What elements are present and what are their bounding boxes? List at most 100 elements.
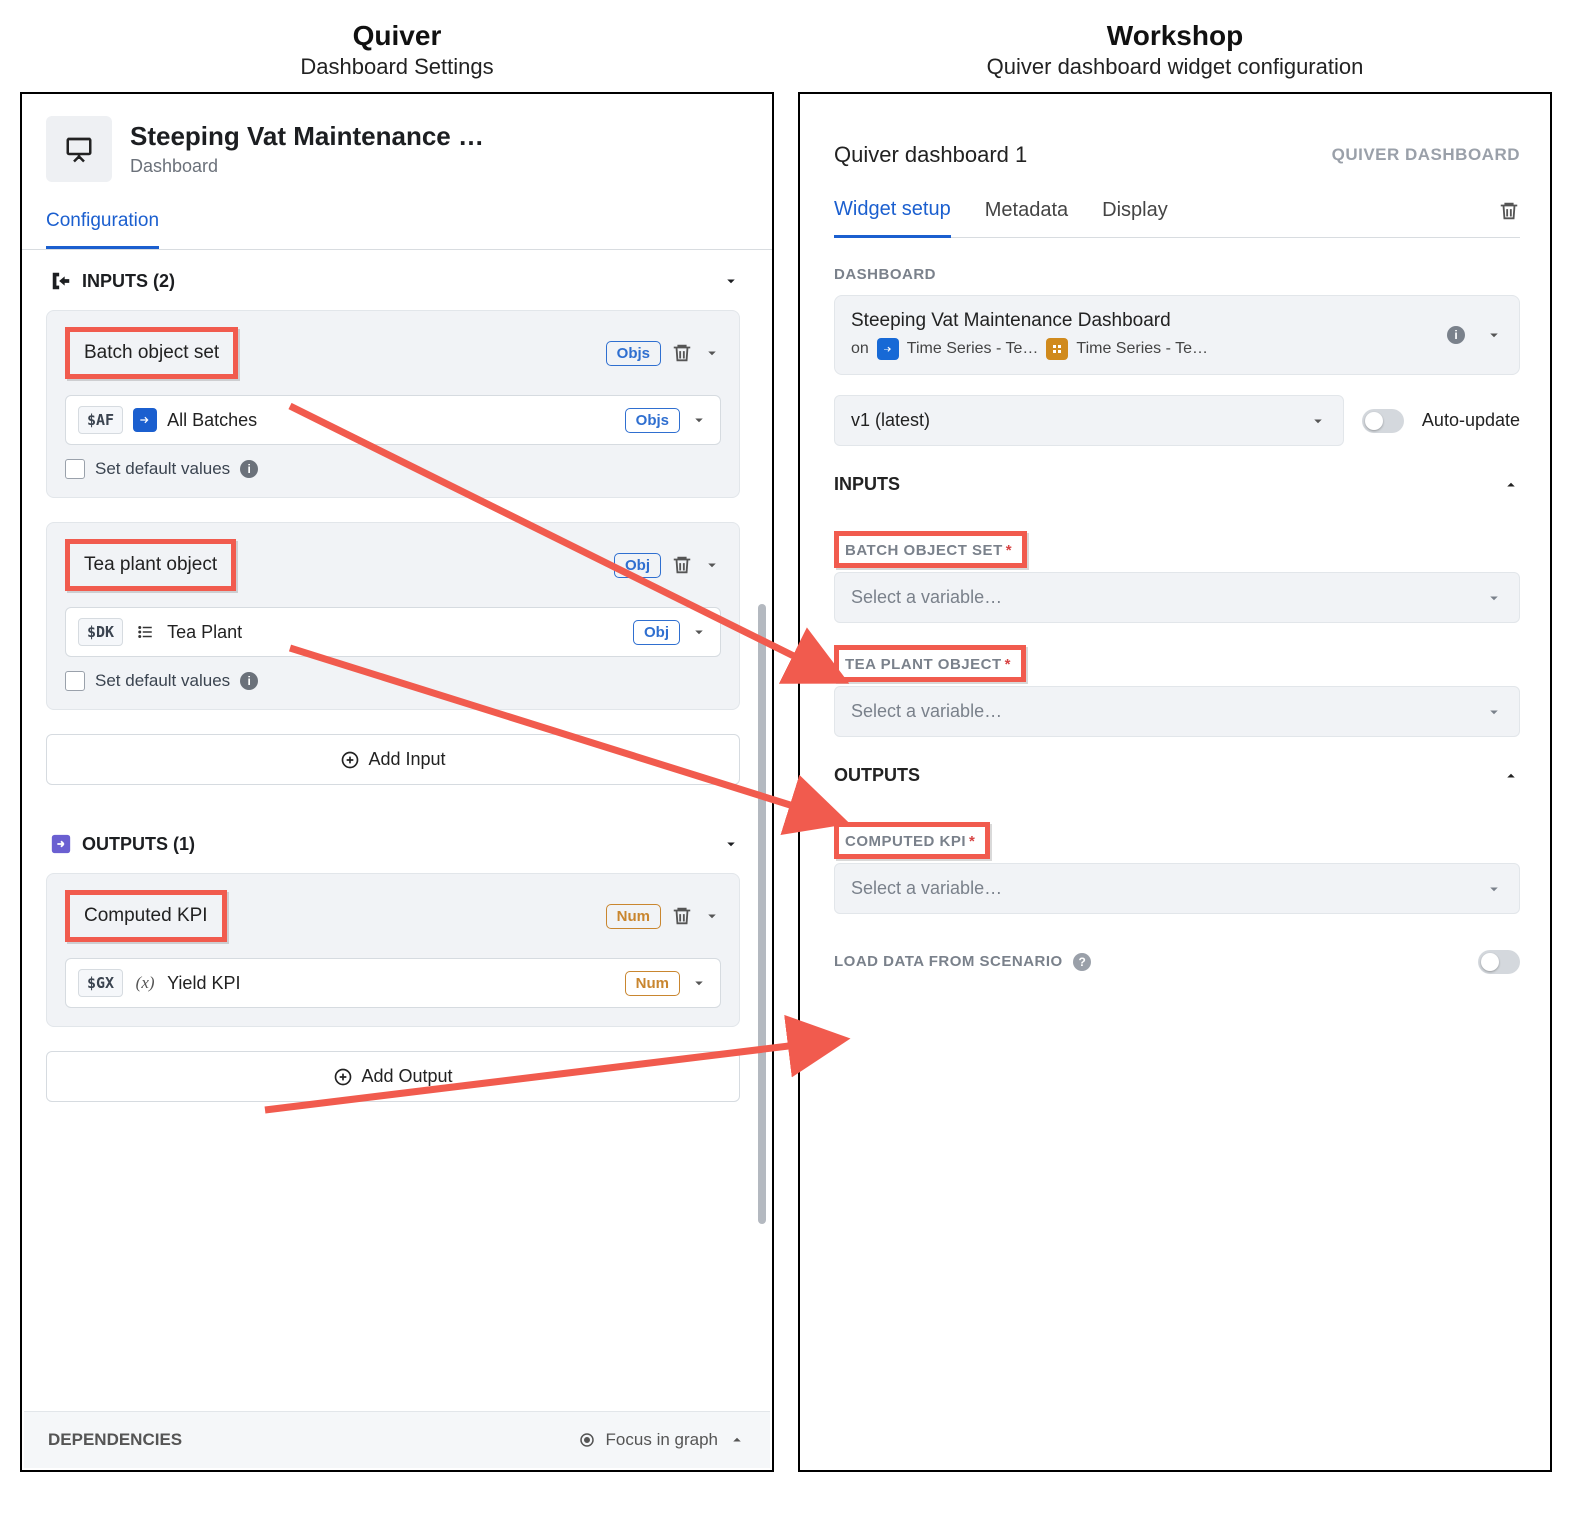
set-default-label: Set default values xyxy=(95,459,230,479)
output-variable-selector[interactable]: $GX (x) Yield KPI Num xyxy=(65,958,721,1008)
collapse-input-button[interactable] xyxy=(703,344,721,362)
scenario-label: LOAD DATA FROM SCENARIO xyxy=(834,953,1063,970)
caret-down-icon[interactable] xyxy=(690,623,708,641)
caret-down-icon xyxy=(1485,589,1503,607)
value-type-tag: Obj xyxy=(633,620,680,645)
dashboard-type-label: Dashboard xyxy=(130,156,484,177)
trash-icon xyxy=(671,342,693,364)
scrollbar[interactable] xyxy=(756,264,766,1406)
ws-inputs-header[interactable]: INPUTS xyxy=(834,474,1520,495)
presentation-icon xyxy=(46,116,112,182)
tab-configuration[interactable]: Configuration xyxy=(46,200,159,249)
caret-down-icon[interactable] xyxy=(690,974,708,992)
chevron-down-icon xyxy=(703,907,721,925)
info-icon[interactable]: i xyxy=(1447,326,1465,344)
quiver-panel: Steeping Vat Maintenance … Dashboard Con… xyxy=(20,92,774,1472)
var-label: Tea Plant xyxy=(167,622,623,643)
caret-down-icon xyxy=(1309,412,1327,430)
set-default-checkbox[interactable] xyxy=(65,671,85,691)
chevron-down-icon xyxy=(703,344,721,362)
plus-circle-icon xyxy=(333,1067,353,1087)
batch-object-set-select[interactable]: Select a variable… xyxy=(834,572,1520,623)
input-field-label: TEA PLANT OBJECT* xyxy=(834,645,1026,682)
set-default-label: Set default values xyxy=(95,671,230,691)
series-2-label: Time Series - Te… xyxy=(1076,340,1208,358)
widget-title: Quiver dashboard 1 xyxy=(834,142,1027,168)
focus-in-graph-button[interactable]: Focus in graph xyxy=(606,1430,718,1450)
output-field-label: COMPUTED KPI* xyxy=(834,822,990,859)
select-placeholder: Select a variable… xyxy=(851,878,1002,899)
info-icon[interactable]: i xyxy=(240,460,258,478)
ws-outputs-header[interactable]: OUTPUTS xyxy=(834,765,1520,786)
right-heading-app: Workshop xyxy=(798,20,1552,52)
delete-widget-button[interactable] xyxy=(1498,200,1520,227)
auto-update-toggle[interactable] xyxy=(1362,409,1404,433)
add-output-button[interactable]: Add Output xyxy=(46,1051,740,1102)
input-title[interactable]: Tea plant object xyxy=(65,539,236,591)
input-card: Tea plant object Obj $DK xyxy=(46,522,740,710)
add-output-label: Add Output xyxy=(361,1066,452,1087)
chevron-down-icon xyxy=(722,272,740,290)
tab-display[interactable]: Display xyxy=(1102,191,1168,236)
info-icon[interactable]: i xyxy=(240,672,258,690)
series-1-label: Time Series - Te… xyxy=(907,340,1039,358)
computed-kpi-select[interactable]: Select a variable… xyxy=(834,863,1520,914)
on-label: on xyxy=(851,340,869,358)
caret-down-icon[interactable] xyxy=(690,411,708,429)
var-code: $GX xyxy=(78,969,123,997)
trash-icon xyxy=(671,905,693,927)
output-title[interactable]: Computed KPI xyxy=(65,890,227,942)
chevron-up-icon xyxy=(1502,476,1520,494)
left-heading-sub: Dashboard Settings xyxy=(20,54,774,80)
trash-icon xyxy=(671,554,693,576)
ws-outputs-header-text: OUTPUTS xyxy=(834,765,920,786)
collapse-output-button[interactable] xyxy=(703,907,721,925)
target-icon xyxy=(578,1431,596,1449)
tab-widget-setup[interactable]: Widget setup xyxy=(834,190,951,238)
delete-input-button[interactable] xyxy=(671,554,693,576)
widget-type-label: QUIVER DASHBOARD xyxy=(1332,145,1520,165)
add-input-button[interactable]: Add Input xyxy=(46,734,740,785)
dependencies-label[interactable]: DEPENDENCIES xyxy=(48,1430,182,1450)
caret-down-icon[interactable] xyxy=(1485,326,1503,344)
version-value: v1 (latest) xyxy=(851,410,930,431)
value-type-tag: Objs xyxy=(625,408,680,433)
dashboard-chip-row: Steeping Vat Maintenance Dashboard on Ti… xyxy=(834,295,1520,375)
input-title[interactable]: Batch object set xyxy=(65,327,238,379)
outputs-header-text: OUTPUTS (1) xyxy=(82,834,195,855)
collapse-input-button[interactable] xyxy=(703,556,721,574)
chevron-down-icon xyxy=(722,835,740,853)
input-variable-selector[interactable]: $AF All Batches Objs xyxy=(65,395,721,445)
input-field-label: BATCH OBJECT SET* xyxy=(834,531,1027,568)
set-default-checkbox[interactable] xyxy=(65,459,85,479)
add-input-label: Add Input xyxy=(368,749,445,770)
type-tag-num: Num xyxy=(606,904,661,929)
caret-down-icon xyxy=(1485,880,1503,898)
chevron-down-icon xyxy=(703,556,721,574)
arrow-right-icon xyxy=(133,408,157,432)
var-code: $AF xyxy=(78,406,123,434)
right-heading-sub: Quiver dashboard widget configuration xyxy=(798,54,1552,80)
scenario-toggle[interactable] xyxy=(1478,950,1520,974)
ws-inputs-header-text: INPUTS xyxy=(834,474,900,495)
inputs-header-text: INPUTS (2) xyxy=(82,271,175,292)
type-tag-obj: Obj xyxy=(614,553,661,578)
select-placeholder: Select a variable… xyxy=(851,701,1002,722)
select-placeholder: Select a variable… xyxy=(851,587,1002,608)
inputs-section-header[interactable]: INPUTS (2) xyxy=(46,250,768,310)
dashboard-name: Steeping Vat Maintenance Dashboard xyxy=(851,310,1435,332)
list-icon xyxy=(133,620,157,644)
input-variable-selector[interactable]: $DK Tea Plant Obj xyxy=(65,607,721,657)
var-label: All Batches xyxy=(167,410,615,431)
delete-input-button[interactable] xyxy=(671,342,693,364)
outputs-section-header[interactable]: OUTPUTS (1) xyxy=(46,813,768,873)
help-icon[interactable]: ? xyxy=(1073,953,1091,971)
var-code: $DK xyxy=(78,618,123,646)
tea-plant-object-select[interactable]: Select a variable… xyxy=(834,686,1520,737)
chevron-up-icon[interactable] xyxy=(728,1431,746,1449)
delete-output-button[interactable] xyxy=(671,905,693,927)
version-select[interactable]: v1 (latest) xyxy=(834,395,1344,446)
tab-metadata[interactable]: Metadata xyxy=(985,191,1068,236)
value-type-tag: Num xyxy=(625,971,680,996)
fx-icon: (x) xyxy=(133,971,157,995)
